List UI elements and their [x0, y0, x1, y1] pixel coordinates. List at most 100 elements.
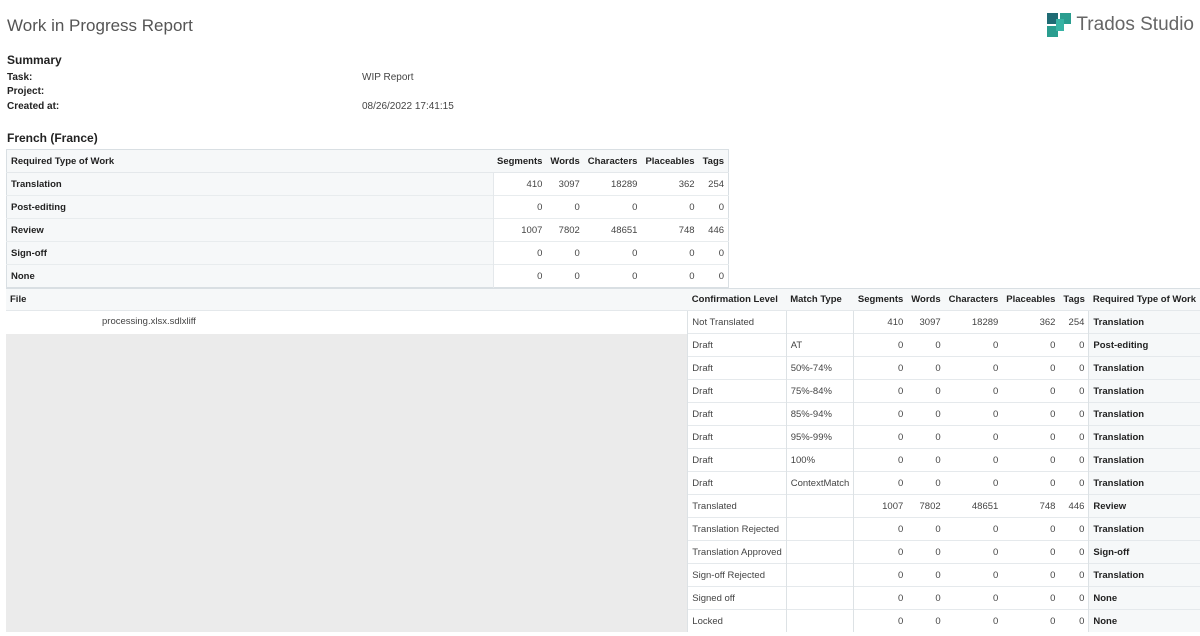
file-name[interactable]: processing.xlsx.sdlxliff — [10, 311, 196, 333]
confirmation-level-cell: Translation Approved — [687, 540, 787, 564]
count-cell: 1007 — [853, 494, 908, 518]
match-type-cell: 50%-74% — [786, 356, 855, 380]
count-cell: 0 — [907, 356, 945, 380]
table-row: None 0 0 0 0 0 — [6, 264, 729, 288]
count-cell: 0 — [546, 241, 584, 265]
count-cell: 0 — [698, 195, 729, 219]
file-cell-blank — [6, 586, 688, 610]
count-cell: 254 — [698, 172, 729, 196]
created-label: Created at: — [7, 101, 60, 112]
file-cell: processing.xlsx.sdlxliff — [6, 310, 688, 334]
count-cell: 18289 — [583, 172, 642, 196]
project-label: Project: — [7, 86, 45, 97]
count-cell: 0 — [853, 402, 908, 426]
file-cell-blank — [6, 333, 688, 357]
count-cell: 0 — [546, 264, 584, 288]
table-row: Draft 50%-74% 0 0 0 0 0 Translation — [6, 356, 1200, 380]
table-row: Post-editing 0 0 0 0 0 — [6, 195, 729, 219]
work-summary-header-row: Required Type of Work Segments Words Charac… — [6, 149, 729, 173]
work-type-cell: Translation — [6, 172, 494, 196]
confirmation-level-cell: Draft — [687, 471, 787, 495]
column-header: Segments — [493, 149, 547, 173]
file-details-header-row: File Confirmation Level Match Type Segments… — [6, 288, 1200, 311]
count-cell: 0 — [853, 425, 908, 449]
column-header: Required Type of Work — [1088, 288, 1200, 311]
table-row: Sign-off 0 0 0 0 0 — [6, 241, 729, 265]
count-cell: 0 — [944, 356, 1003, 380]
file-cell-blank — [6, 517, 688, 541]
task-label: Task: — [7, 72, 33, 83]
count-cell: 0 — [853, 540, 908, 564]
count-cell: 0 — [1059, 448, 1089, 472]
summary-heading: Summary — [7, 53, 62, 67]
confirmation-level-cell: Signed off — [687, 586, 787, 610]
work-type-cell: Sign-off — [6, 241, 494, 265]
table-row: Translation Rejected 0 0 0 0 0 Translation — [6, 517, 1200, 541]
column-header: Characters — [583, 149, 642, 173]
required-work-cell: Translation — [1088, 563, 1200, 587]
count-cell: 0 — [1002, 356, 1060, 380]
file-details-table: File Confirmation Level Match Type Segments… — [6, 288, 1200, 632]
count-cell: 0 — [1002, 425, 1060, 449]
count-cell: 0 — [493, 241, 547, 265]
count-cell: 0 — [583, 264, 642, 288]
count-cell: 748 — [1002, 494, 1060, 518]
count-cell: 0 — [853, 448, 908, 472]
count-cell: 0 — [944, 425, 1003, 449]
table-row: Locked 0 0 0 0 0 None — [6, 609, 1200, 632]
table-row: Translated 1007 7802 48651 748 446 Review — [6, 494, 1200, 518]
match-type-cell: 75%-84% — [786, 379, 855, 403]
count-cell: 0 — [1059, 586, 1089, 610]
count-cell: 48651 — [944, 494, 1003, 518]
column-header: Match Type — [786, 288, 854, 311]
file-cell-blank — [6, 402, 688, 426]
column-header: Tags — [1059, 288, 1089, 311]
confirmation-level-cell: Translation Rejected — [687, 517, 787, 541]
count-cell: 0 — [944, 586, 1003, 610]
count-cell: 0 — [907, 563, 945, 587]
confirmation-level-cell: Draft — [687, 448, 787, 472]
file-cell-blank — [6, 494, 688, 518]
work-type-cell: Review — [6, 218, 494, 242]
count-cell: 0 — [1002, 517, 1060, 541]
table-row: Review 1007 7802 48651 748 446 — [6, 218, 729, 242]
file-cell-blank — [6, 425, 688, 449]
column-header: File — [6, 288, 688, 311]
count-cell: 7802 — [546, 218, 584, 242]
count-cell: 446 — [698, 218, 729, 242]
count-cell: 0 — [907, 379, 945, 403]
count-cell: 0 — [1002, 402, 1060, 426]
count-cell: 0 — [944, 402, 1003, 426]
count-cell: 0 — [853, 379, 908, 403]
required-work-cell: Post-editing — [1088, 333, 1200, 357]
column-header: Characters — [944, 288, 1003, 311]
report-title: Work in Progress Report — [7, 16, 193, 35]
count-cell: 362 — [1002, 310, 1060, 334]
file-cell-blank — [6, 563, 688, 587]
confirmation-level-cell: Sign-off Rejected — [687, 563, 787, 587]
match-type-cell: 100% — [786, 448, 855, 472]
file-cell-blank — [6, 379, 688, 403]
count-cell: 0 — [1059, 540, 1089, 564]
count-cell: 0 — [546, 195, 584, 219]
column-header: Placeables — [1002, 288, 1060, 311]
column-header: Required Type of Work — [6, 149, 493, 173]
column-header: Words — [546, 149, 584, 173]
count-cell: 0 — [1059, 402, 1089, 426]
required-work-cell: None — [1088, 609, 1200, 632]
match-type-cell: 85%-94% — [786, 402, 855, 426]
match-type-cell: ContextMatch — [786, 471, 855, 495]
column-header: Tags — [698, 149, 729, 173]
table-row: Draft ContextMatch 0 0 0 0 0 Translation — [6, 471, 1200, 495]
count-cell: 0 — [1002, 333, 1060, 357]
count-cell: 7802 — [907, 494, 945, 518]
file-cell-blank — [6, 471, 688, 495]
language-heading: French (France) — [7, 131, 98, 145]
count-cell: 446 — [1059, 494, 1089, 518]
table-row: Draft 75%-84% 0 0 0 0 0 Translation — [6, 379, 1200, 403]
count-cell: 0 — [641, 241, 699, 265]
required-work-cell: Sign-off — [1088, 540, 1200, 564]
count-cell: 0 — [907, 425, 945, 449]
column-header: Placeables — [641, 149, 699, 173]
count-cell: 0 — [698, 241, 729, 265]
